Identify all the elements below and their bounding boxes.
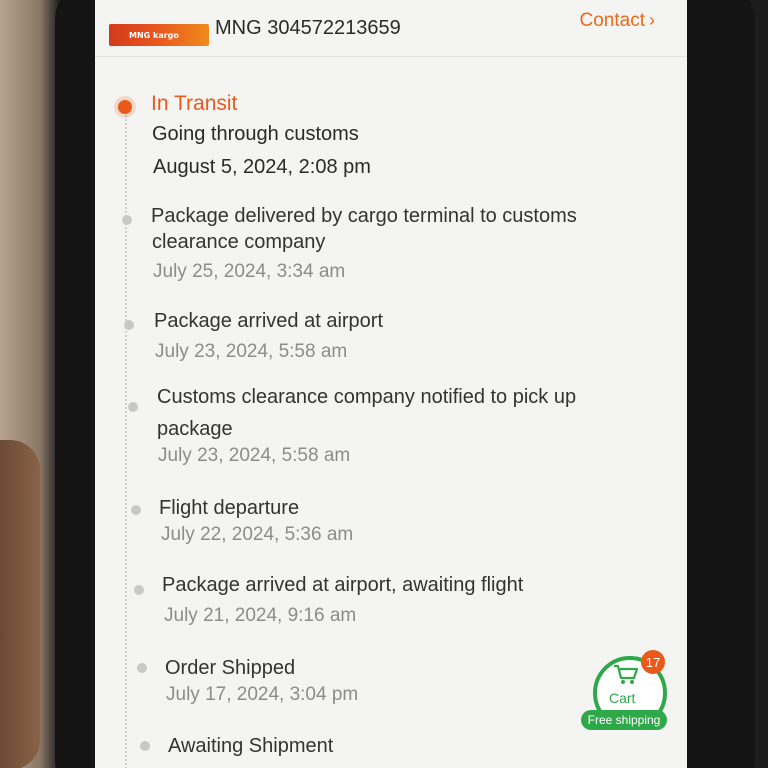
current-status-dot — [118, 100, 132, 114]
timeline-line — [125, 112, 127, 768]
cart-icon — [613, 664, 639, 692]
contact-label: Contact — [579, 10, 645, 31]
tracking-screen: MNG kargo MNG 304572213659 Contact › In T… — [95, 0, 687, 768]
status-description: Going through customs — [152, 123, 359, 145]
event-title-cont: package — [157, 418, 233, 440]
timeline-dot — [137, 663, 147, 673]
event-title-cont: clearance company — [152, 231, 326, 253]
event-title: Package arrived at airport, awaiting fli… — [162, 574, 524, 596]
cart-count-badge: 17 — [641, 650, 665, 674]
timeline-dot — [128, 402, 138, 412]
carrier-logo: MNG kargo — [109, 24, 209, 46]
event-date: July 17, 2024, 3:04 pm — [166, 684, 359, 705]
event-title: Package delivered by cargo terminal to c… — [151, 205, 577, 227]
finger-photo-edge — [0, 440, 40, 768]
timeline-dot — [124, 320, 134, 330]
event-date: July 23, 2024, 5:58 am — [158, 445, 351, 466]
event-date: July 21, 2024, 9:16 am — [164, 605, 357, 626]
tracking-number: MNG 304572213659 — [215, 17, 401, 39]
contact-link[interactable]: Contact › — [580, 10, 655, 32]
status-label: In Transit — [151, 92, 238, 115]
timeline-dot — [122, 215, 132, 225]
event-title: Customs clearance company notified to pi… — [157, 386, 577, 408]
shipment-header: MNG kargo MNG 304572213659 Contact › — [95, 0, 687, 57]
event-title: Order Shipped — [165, 657, 296, 679]
timeline-dot — [134, 585, 144, 595]
status-date: August 5, 2024, 2:08 pm — [153, 156, 371, 178]
event-date: July 23, 2024, 5:58 am — [155, 341, 348, 362]
timeline-dot — [131, 505, 141, 515]
floating-cart-button[interactable]: Cart 17 Free shipping — [581, 650, 677, 734]
event-title: Flight departure — [159, 497, 300, 519]
event-title: Awaiting Shipment — [168, 735, 334, 757]
cart-label: Cart — [609, 690, 636, 706]
carrier-logo-text: MNG kargo — [129, 30, 179, 40]
event-date: July 25, 2024, 3:34 am — [153, 261, 346, 282]
event-title: Package arrived at airport — [154, 310, 384, 332]
event-date: July 22, 2024, 5:36 am — [161, 524, 354, 545]
chevron-right-icon: › — [649, 10, 655, 30]
free-shipping-badge: Free shipping — [581, 710, 667, 730]
timeline-dot — [140, 741, 150, 751]
